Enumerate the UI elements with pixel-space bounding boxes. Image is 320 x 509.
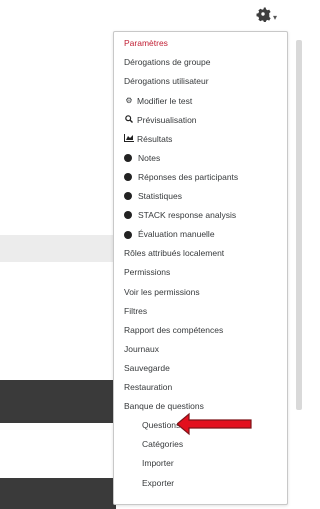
bullet-icon	[124, 211, 132, 220]
menu-item-label: Statistiques	[138, 191, 182, 202]
menu-item-derogations-de-groupe[interactable]: Dérogations de groupe	[114, 53, 297, 72]
menu-item-filtres[interactable]: Filtres	[114, 301, 297, 320]
bullet-icon	[124, 192, 132, 201]
menu-item-label: Dérogations de groupe	[124, 57, 211, 68]
page-dark-band	[0, 380, 116, 423]
menu-item-sauvegarde[interactable]: Sauvegarde	[114, 359, 297, 378]
menu-item-categories[interactable]: Catégories	[114, 435, 315, 454]
menu-item-resultats[interactable]: Résultats	[114, 130, 297, 149]
menu-item-rapport-des-competences[interactable]: Rapport des compétences	[114, 321, 297, 340]
chevron-down-icon: ▾	[272, 12, 277, 22]
page-background-band	[0, 235, 116, 262]
menu-item-label: Prévisualisation	[137, 114, 197, 125]
menu-item-restauration[interactable]: Restauration	[114, 378, 297, 397]
menu-item-modifier-le-test[interactable]: ⚙ Modifier le test	[114, 91, 297, 110]
menu-item-permissions[interactable]: Permissions	[114, 263, 297, 282]
menu-item-stack-response-analysis[interactable]: STACK response analysis	[114, 206, 297, 225]
menu-item-label: Modifier le test	[137, 95, 193, 106]
menu-item-label: Réponses des participants	[138, 171, 239, 182]
menu-item-roles-attribues-localement[interactable]: Rôles attribués localement	[114, 244, 297, 263]
menu-item-exporter[interactable]: Exporter	[114, 473, 315, 492]
menu-item-label: Paramètres	[124, 38, 168, 49]
menu-item-statistiques[interactable]: Statistiques	[114, 187, 297, 206]
menu-item-label: Banque de questions	[124, 401, 204, 412]
menu-item-label: STACK response analysis	[138, 210, 237, 221]
menu-item-notes[interactable]: Notes	[114, 149, 297, 168]
menu-item-journaux[interactable]: Journaux	[114, 340, 297, 359]
settings-menu-button[interactable]: ▾	[253, 5, 279, 27]
menu-item-label: Importer	[142, 458, 174, 469]
cog-icon: ⚙	[125, 95, 133, 105]
menu-item-previsualisation[interactable]: Prévisualisation	[114, 110, 297, 129]
menu-item-label: Rôles attribués localement	[124, 248, 225, 259]
menu-item-importer[interactable]: Importer	[114, 454, 315, 473]
bullet-icon	[124, 230, 132, 239]
chart-icon	[124, 134, 134, 144]
menu-item-label: Notes	[138, 152, 161, 163]
menu-item-label: Catégories	[142, 439, 184, 450]
bullet-icon	[124, 173, 132, 182]
menu-item-label: Résultats	[137, 133, 173, 144]
bullet-icon	[124, 154, 132, 163]
menu-item-label: Permissions	[124, 267, 171, 278]
menu-item-label: Exporter	[142, 477, 175, 488]
page-footer-band	[0, 478, 116, 509]
gear-icon	[255, 6, 271, 27]
menu-item-label: Dérogations utilisateur	[124, 76, 209, 87]
menu-item-label: Journaux	[124, 343, 159, 354]
search-icon	[124, 115, 134, 125]
menu-item-label: Sauvegarde	[124, 362, 170, 373]
menu-item-derogations-utilisateur[interactable]: Dérogations utilisateur	[114, 72, 297, 91]
menu-item-label: Évaluation manuelle	[138, 229, 215, 240]
menu-item-reponses-des-participants[interactable]: Réponses des participants	[114, 168, 297, 187]
menu-item-evaluation-manuelle[interactable]: Évaluation manuelle	[114, 225, 297, 244]
menu-item-voir-les-permissions[interactable]: Voir les permissions	[114, 282, 297, 301]
menu-item-label: Filtres	[124, 305, 148, 316]
menu-item-label: Rapport des compétences	[124, 324, 224, 335]
annotation-arrow	[177, 412, 252, 436]
menu-item-label: Restauration	[124, 382, 173, 393]
menu-item-parametres[interactable]: Paramètres	[114, 34, 297, 53]
menu-item-label: Questions	[142, 420, 181, 431]
menu-item-label: Voir les permissions	[124, 286, 200, 297]
